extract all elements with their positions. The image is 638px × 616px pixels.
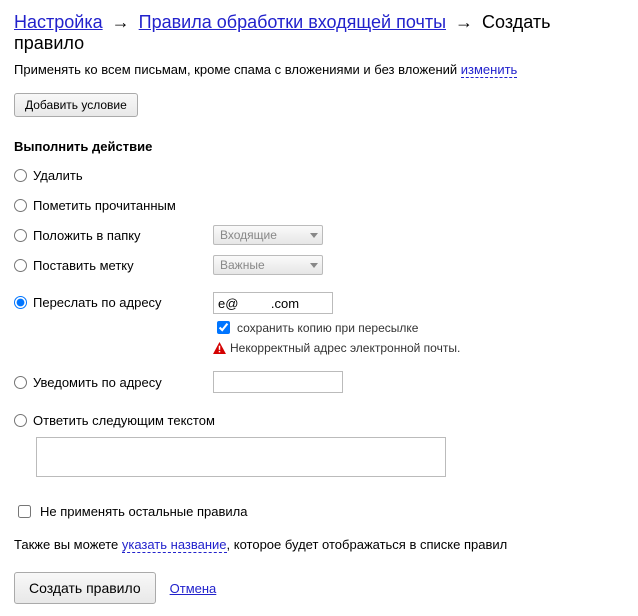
breadcrumb-settings[interactable]: Настройка [14, 12, 103, 32]
option-reply: Ответить следующим текстом [14, 409, 624, 484]
keep-copy-label: сохранить копию при пересылке [237, 321, 418, 335]
action-heading: Выполнить действие [14, 139, 624, 154]
label-mark-read: Пометить прочитанным [33, 198, 213, 213]
keep-copy-checkbox[interactable] [217, 321, 230, 334]
radio-set-label[interactable] [14, 259, 27, 272]
folder-select-value: Входящие [220, 228, 277, 242]
folder-select[interactable]: Входящие [213, 225, 323, 245]
add-condition-button[interactable]: Добавить условие [14, 93, 138, 117]
applies-to: Применять ко всем письмам, кроме спама с… [14, 62, 624, 77]
cancel-link[interactable]: Отмена [170, 581, 217, 596]
dont-apply-label: Не применять остальные правила [40, 504, 247, 519]
also-after: , которое будет отображаться в списке пр… [227, 537, 508, 552]
option-notify: Уведомить по адресу [14, 371, 624, 393]
option-move-to-folder: Положить в папку Входящие [14, 224, 624, 246]
radio-forward[interactable] [14, 296, 27, 309]
change-link[interactable]: изменить [461, 62, 518, 78]
forward-address-input[interactable] [213, 292, 333, 314]
chevron-down-icon [310, 233, 318, 238]
also-before: Также вы можете [14, 537, 122, 552]
chevron-down-icon [310, 263, 318, 268]
radio-reply[interactable] [14, 414, 27, 427]
dont-apply-checkbox[interactable] [18, 505, 31, 518]
breadcrumb: Настройка → Правила обработки входящей п… [14, 12, 624, 54]
radio-move-to-folder[interactable] [14, 229, 27, 242]
set-name-link[interactable]: указать название [122, 537, 227, 553]
radio-delete[interactable] [14, 169, 27, 182]
label-select-value: Важные [220, 258, 265, 272]
option-set-label: Поставить метку Важные [14, 254, 624, 276]
label-move-to-folder: Положить в папку [33, 228, 213, 243]
breadcrumb-sep: → [455, 12, 473, 32]
radio-mark-read[interactable] [14, 199, 27, 212]
option-delete: Удалить [14, 164, 624, 186]
label-delete: Удалить [33, 168, 213, 183]
forward-error-text: Некорректный адрес электронной почты. [230, 341, 460, 355]
warning-icon [213, 342, 226, 354]
dont-apply-row: Не применять остальные правила [14, 502, 624, 521]
applies-text: Применять ко всем письмам, кроме спама с… [14, 62, 461, 77]
label-set-label: Поставить метку [33, 258, 213, 273]
create-rule-button[interactable]: Создать правило [14, 572, 156, 604]
label-select[interactable]: Важные [213, 255, 323, 275]
option-forward: Переслать по адресу сохранить копию при … [14, 292, 624, 355]
also-text: Также вы можете указать название, которо… [14, 537, 624, 552]
label-reply: Ответить следующим текстом [33, 413, 624, 428]
radio-notify[interactable] [14, 376, 27, 389]
label-notify: Уведомить по адресу [33, 375, 213, 390]
notify-address-input[interactable] [213, 371, 343, 393]
label-forward: Переслать по адресу [33, 292, 213, 310]
breadcrumb-sep: → [112, 12, 130, 32]
reply-textarea[interactable] [36, 437, 446, 477]
breadcrumb-rules[interactable]: Правила обработки входящей почты [139, 12, 446, 32]
option-mark-read: Пометить прочитанным [14, 194, 624, 216]
footer-actions: Создать правило Отмена [14, 572, 624, 604]
